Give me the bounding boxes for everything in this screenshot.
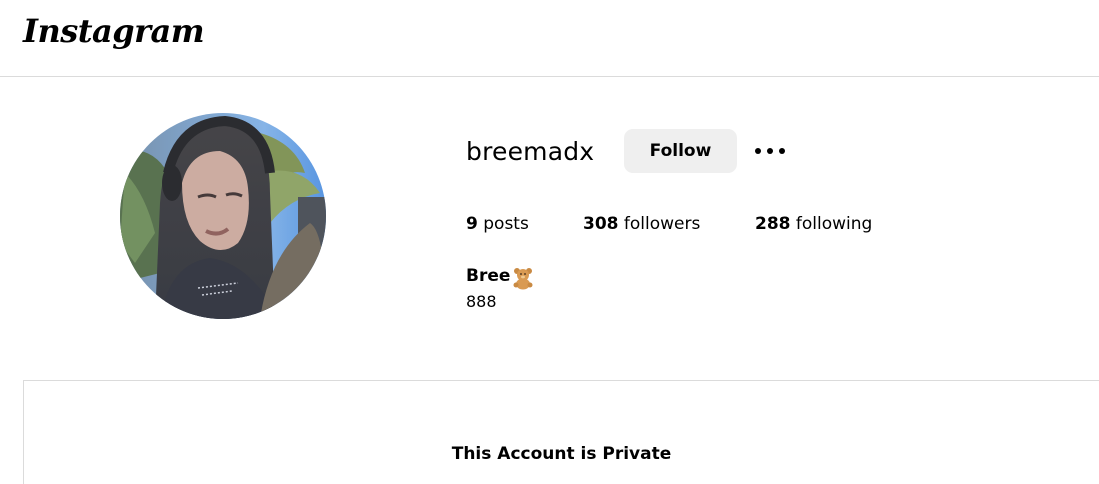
posts-label: posts <box>477 214 529 234</box>
followers-label: followers <box>618 214 701 234</box>
following-label: following <box>790 214 873 234</box>
following-link[interactable]: 288 following <box>755 214 872 234</box>
posts-count: 9 posts <box>466 214 529 234</box>
profile-avatar[interactable] <box>120 113 326 319</box>
profile-full-name: Bree <box>466 266 511 286</box>
private-account-message: This Account is Private <box>451 444 672 464</box>
top-nav-bar: Instagram <box>0 0 1099 77</box>
profile-username: breemadx <box>466 137 595 166</box>
followers-link[interactable]: 308 followers <box>583 214 700 234</box>
instagram-logo[interactable]: Instagram <box>23 12 205 50</box>
avatar-photo <box>120 113 326 319</box>
posts-number: 9 <box>466 214 478 234</box>
profile-bio: 888 <box>466 292 497 311</box>
more-options-icon[interactable] <box>754 140 786 162</box>
followers-number: 308 <box>583 214 619 234</box>
teddy-bear-icon <box>511 266 535 290</box>
private-account-panel: This Account is Private <box>23 380 1099 484</box>
following-number: 288 <box>755 214 791 234</box>
follow-button[interactable]: Follow <box>624 129 737 173</box>
